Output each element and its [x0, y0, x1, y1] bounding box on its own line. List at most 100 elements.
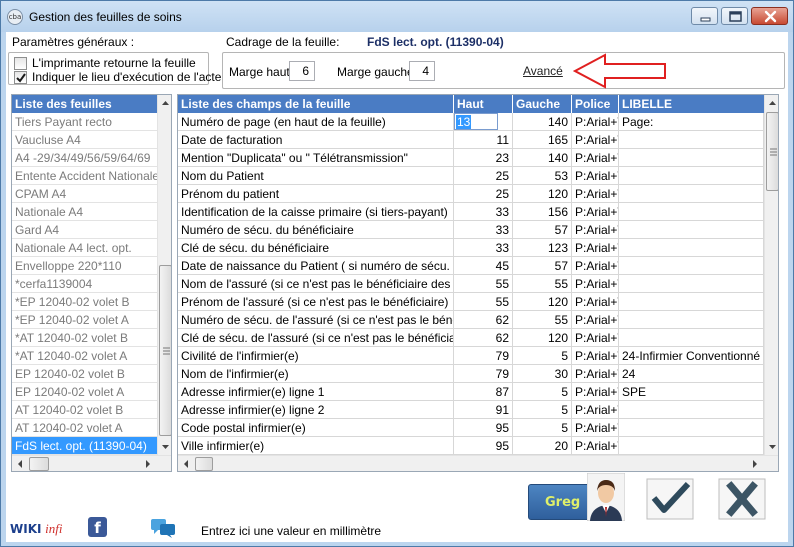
field-name-cell[interactable]: Prénom de l'assuré (si ce n'est pas le b…: [178, 293, 454, 311]
close-button[interactable]: [751, 7, 788, 25]
maximize-button[interactable]: [721, 7, 748, 25]
libelle-cell[interactable]: 24: [619, 365, 764, 383]
gauche-cell[interactable]: 120: [513, 185, 572, 203]
table-row[interactable]: Nom de l'infirmier(e)7930P:Arial+T24: [178, 365, 764, 383]
libelle-cell[interactable]: Page:: [619, 113, 764, 131]
haut-cell[interactable]: 79: [454, 365, 513, 383]
grid-scroll-left[interactable]: [178, 456, 194, 471]
haut-cell[interactable]: 91: [454, 401, 513, 419]
field-name-cell[interactable]: Clé de sécu. du bénéficiaire: [178, 239, 454, 257]
police-cell[interactable]: P:Arial+T: [572, 131, 619, 149]
police-cell[interactable]: P:Arial+T: [572, 401, 619, 419]
libelle-cell[interactable]: [619, 437, 764, 455]
table-row[interactable]: Civilité de l'infirmier(e)795P:Arial+T24…: [178, 347, 764, 365]
libelle-cell[interactable]: [619, 239, 764, 257]
police-cell[interactable]: P:Arial+T: [572, 149, 619, 167]
haut-cell[interactable]: 11: [454, 131, 513, 149]
haut-cell[interactable]: 95: [454, 437, 513, 455]
police-cell[interactable]: P:Arial+T: [572, 167, 619, 185]
libelle-cell[interactable]: SPE: [619, 383, 764, 401]
libelle-cell[interactable]: [619, 131, 764, 149]
sheet-list-item[interactable]: A4 -29/34/49/56/59/64/69: [12, 149, 157, 167]
sheet-list-item[interactable]: *AT 12040-02 volet B: [12, 329, 157, 347]
sheet-scroll-right[interactable]: [140, 456, 156, 471]
libelle-cell[interactable]: [619, 293, 764, 311]
police-cell[interactable]: P:Arial+T: [572, 203, 619, 221]
police-cell[interactable]: P:Arial+T: [572, 311, 619, 329]
sheet-hscroll-thumb[interactable]: [29, 457, 49, 471]
gauche-cell[interactable]: 20: [513, 437, 572, 455]
sheet-list-hscroll[interactable]: [12, 455, 171, 471]
haut-cell[interactable]: 87: [454, 383, 513, 401]
field-name-cell[interactable]: Prénom du patient: [178, 185, 454, 203]
sheet-list-item[interactable]: EP 12040-02 volet A: [12, 383, 157, 401]
table-row[interactable]: Mention "Duplicata" ou " Télétransmissio…: [178, 149, 764, 167]
table-row[interactable]: Identification de la caisse primaire (si…: [178, 203, 764, 221]
advanced-link[interactable]: Avancé: [523, 64, 563, 78]
libelle-cell[interactable]: [619, 167, 764, 185]
libelle-cell[interactable]: [619, 275, 764, 293]
fields-grid-vscroll[interactable]: [764, 95, 778, 455]
police-cell[interactable]: P:Arial+T: [572, 113, 619, 131]
gauche-cell[interactable]: 123: [513, 239, 572, 257]
sheet-list-item[interactable]: CPAM A4: [12, 185, 157, 203]
police-cell[interactable]: P:Arial+T: [572, 383, 619, 401]
police-cell[interactable]: P:Arial+T: [572, 221, 619, 239]
haut-cell[interactable]: 25: [454, 167, 513, 185]
haut-cell[interactable]: 23: [454, 149, 513, 167]
grid-scroll-down[interactable]: [765, 439, 778, 455]
haut-cell[interactable]: 55: [454, 275, 513, 293]
police-cell[interactable]: P:Arial+T: [572, 293, 619, 311]
sheet-list-item[interactable]: Vaucluse A4: [12, 131, 157, 149]
field-name-cell[interactable]: Clé de sécu. de l'assuré (si ce n'est pa…: [178, 329, 454, 347]
table-row[interactable]: Code postal infirmier(e)955P:Arial+T: [178, 419, 764, 437]
location-checkbox[interactable]: [14, 71, 27, 84]
libelle-cell[interactable]: [619, 203, 764, 221]
table-row[interactable]: Prénom du patient25120P:Arial+T: [178, 185, 764, 203]
chat-icon[interactable]: [150, 518, 176, 538]
sheet-scroll-up[interactable]: [158, 95, 171, 111]
user-button[interactable]: Greg: [528, 473, 625, 521]
facebook-icon[interactable]: f: [88, 517, 107, 537]
table-row[interactable]: Nom de l'assuré (si ce n'est pas le béné…: [178, 275, 764, 293]
sheet-list-item[interactable]: *EP 12040-02 volet A: [12, 311, 157, 329]
field-name-cell[interactable]: Civilité de l'infirmier(e): [178, 347, 454, 365]
gauche-cell[interactable]: 5: [513, 347, 572, 365]
police-cell[interactable]: P:Arial+T: [572, 185, 619, 203]
sheet-list-item[interactable]: *cerfa1139004: [12, 275, 157, 293]
sheet-list-item[interactable]: *AT 12040-02 volet A: [12, 347, 157, 365]
field-name-cell[interactable]: Numéro de sécu. de l'assuré (si ce n'est…: [178, 311, 454, 329]
table-row[interactable]: Adresse infirmier(e) ligne 1875P:Arial+T…: [178, 383, 764, 401]
gauche-cell[interactable]: 55: [513, 311, 572, 329]
printer-returns-checkbox[interactable]: [14, 57, 27, 70]
table-row[interactable]: Clé de sécu. du bénéficiaire 33 123 P:Arial…: [178, 239, 764, 257]
field-name-cell[interactable]: Code postal infirmier(e): [178, 419, 454, 437]
police-cell[interactable]: P:Arial+T: [572, 365, 619, 383]
col-header-field[interactable]: Liste des champs de la feuille: [178, 95, 454, 113]
gauche-cell[interactable]: 140: [513, 149, 572, 167]
libelle-cell[interactable]: [619, 419, 764, 437]
libelle-cell[interactable]: 24-Infirmier Conventionné: [619, 347, 764, 365]
sheet-list-item[interactable]: Nationale A4: [12, 203, 157, 221]
gauche-cell[interactable]: 57: [513, 257, 572, 275]
margin-left-input[interactable]: 4: [409, 61, 435, 81]
grid-scroll-up[interactable]: [765, 95, 778, 111]
grid-hscroll-thumb[interactable]: [195, 457, 213, 471]
gauche-cell[interactable]: 165: [513, 131, 572, 149]
sheet-list-item[interactable]: Tiers Payant recto: [12, 113, 157, 131]
haut-edit-input[interactable]: 13: [454, 113, 498, 130]
haut-cell[interactable]: 79: [454, 347, 513, 365]
haut-cell[interactable]: 13: [454, 113, 513, 131]
sheet-list-item[interactable]: Gard A4: [12, 221, 157, 239]
field-name-cell[interactable]: Nom du Patient: [178, 167, 454, 185]
col-header-libelle[interactable]: LIBELLE: [619, 95, 764, 113]
haut-cell[interactable]: 45: [454, 257, 513, 275]
col-header-police[interactable]: Police: [572, 95, 619, 113]
field-name-cell[interactable]: Date de facturation: [178, 131, 454, 149]
validate-button[interactable]: [646, 478, 694, 520]
gauche-cell[interactable]: 5: [513, 383, 572, 401]
haut-cell[interactable]: 33: [454, 221, 513, 239]
table-row[interactable]: Ville infirmier(e)9520P:Arial+T: [178, 437, 764, 455]
gauche-cell[interactable]: 140: [513, 113, 572, 131]
haut-cell[interactable]: 33: [454, 203, 513, 221]
